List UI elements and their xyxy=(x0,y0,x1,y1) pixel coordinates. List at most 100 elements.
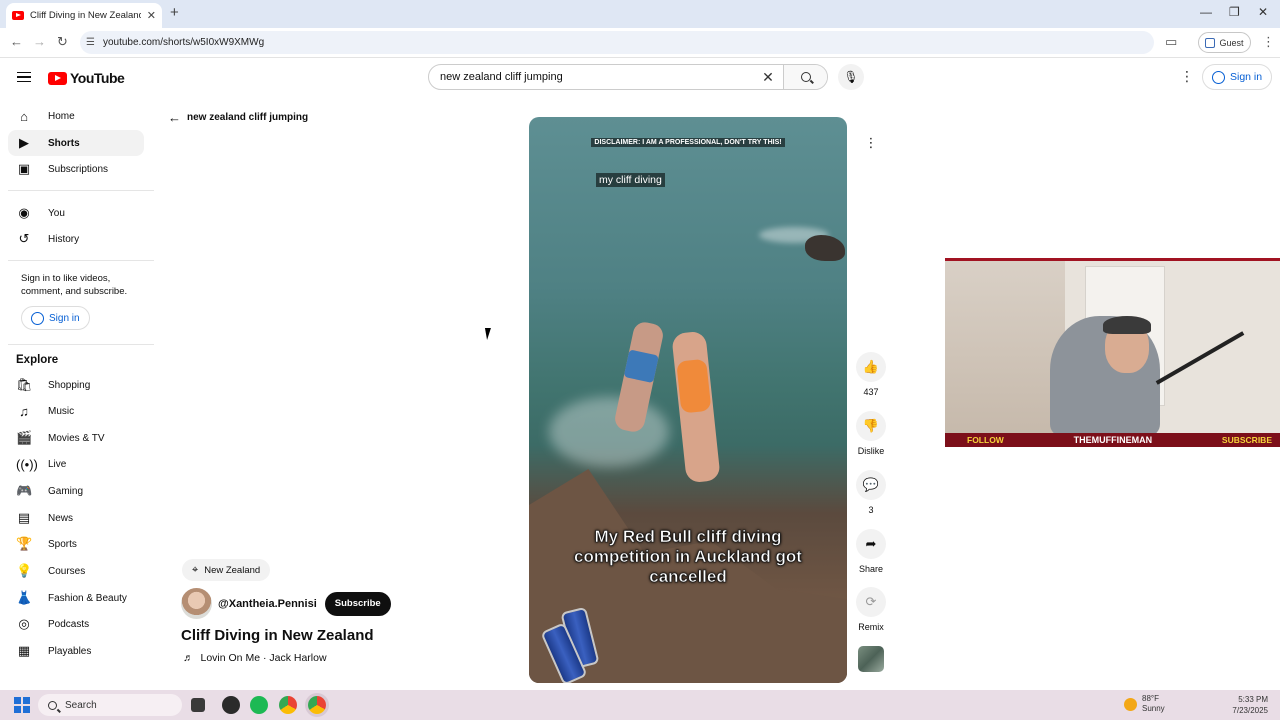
podcasts-icon: ◎ xyxy=(18,616,30,631)
taskbar-search[interactable]: Search xyxy=(38,694,182,716)
channel-name[interactable]: @Xantheia.Pennisi xyxy=(218,598,317,610)
account-icon xyxy=(31,311,44,325)
site-info-icon[interactable]: ☰ xyxy=(86,37,95,48)
sound-thumbnail[interactable] xyxy=(858,646,884,672)
music-row[interactable]: ♬ Lovin On Me · Jack Harlow xyxy=(183,652,327,664)
browser-toolbar: ← → ↻ ☰ youtube.com/shorts/w5I0xW9XMWg ▭… xyxy=(0,28,1280,58)
remix-label: Remix xyxy=(858,622,884,632)
browser-tab-strip: Cliff Diving in New Zealand - YouTube ✕ … xyxy=(0,0,1280,28)
sidebar-item-live[interactable]: ((•)) Live xyxy=(8,451,144,477)
sidebar-item-you[interactable]: ◉ You xyxy=(8,200,144,226)
clock-time: 5:33 PM xyxy=(1238,695,1268,704)
windows-start-icon[interactable] xyxy=(14,697,30,713)
clear-search-icon[interactable]: ✕ xyxy=(753,69,783,86)
sidebar-item-shopping[interactable]: 🛍 Shopping xyxy=(8,372,144,398)
sidebar-item-gaming[interactable]: 🎮 Gaming xyxy=(8,478,144,504)
youtube-logo[interactable]: YouTube xyxy=(48,70,125,86)
subscriptions-icon: ▣ xyxy=(17,161,31,176)
reload-icon[interactable]: ↻ xyxy=(57,34,68,50)
search-button[interactable] xyxy=(783,65,827,89)
sidebar-item-movies[interactable]: 🎬 Movies & TV xyxy=(8,425,144,451)
voice-search-icon[interactable]: 🎙 xyxy=(838,64,864,90)
tab-close-icon[interactable]: ✕ xyxy=(147,9,156,22)
sidebar-item-courses[interactable]: 💡 Courses xyxy=(8,558,144,584)
comment-count: 3 xyxy=(868,505,874,515)
system-clock[interactable]: 5:33 PM 7/23/2025 xyxy=(1224,694,1268,716)
signin-label: Sign in xyxy=(1230,71,1263,83)
sidebar-item-shorts[interactable]: ▶ Shorts xyxy=(8,130,144,156)
sidebar-item-history[interactable]: ↺ History xyxy=(8,226,144,252)
sidebar-signin-button[interactable]: Sign in xyxy=(21,306,90,330)
chrome-active-icon[interactable] xyxy=(308,696,326,714)
cast-icon[interactable]: ▭ xyxy=(1165,34,1177,50)
tab-title: Cliff Diving in New Zealand - YouTube xyxy=(30,10,141,21)
sidebar-item-music[interactable]: ♫ Music xyxy=(8,398,144,424)
comments-button[interactable]: 💬 xyxy=(856,470,886,500)
location-chip[interactable]: ⌖ New Zealand xyxy=(182,559,271,581)
channel-avatar[interactable] xyxy=(181,588,212,619)
minimize-icon[interactable]: — xyxy=(1200,5,1212,19)
news-icon: ▤ xyxy=(17,510,31,525)
music-icon: ♫ xyxy=(19,403,29,419)
obs-icon[interactable] xyxy=(222,696,240,714)
dislike-button[interactable]: 👎 xyxy=(856,411,886,441)
shopping-icon: 🛍 xyxy=(16,377,33,392)
gaming-icon: 🎮 xyxy=(16,483,33,498)
thumbs-up-icon: 👍 xyxy=(862,359,880,374)
playables-icon: ▦ xyxy=(17,643,31,658)
like-count: 437 xyxy=(863,387,879,397)
search-icon xyxy=(800,72,811,82)
address-bar[interactable]: ☰ youtube.com/shorts/w5I0xW9XMWg xyxy=(80,31,1154,54)
more-options-icon[interactable]: ⋮ xyxy=(856,128,886,158)
search-input[interactable] xyxy=(429,71,753,83)
settings-kebab-icon[interactable]: ⋮ xyxy=(1180,68,1194,85)
restore-icon[interactable]: ❐ xyxy=(1229,5,1240,19)
weather-condition: Sunny xyxy=(1142,704,1165,713)
shorts-video-player[interactable]: DISCLAIMER: I AM A PROFESSIONAL, DON'T T… xyxy=(529,117,847,683)
chrome-icon[interactable] xyxy=(279,696,297,714)
search-bar: ✕ xyxy=(428,64,828,90)
sidebar-item-news[interactable]: ▤ News xyxy=(8,505,144,531)
back-icon[interactable]: ← xyxy=(10,34,23,49)
sun-icon xyxy=(1124,697,1137,711)
dislike-label: Dislike xyxy=(857,446,885,456)
overlay-bar: FOLLOW THEMUFFINEMAN SUBSCRIBE xyxy=(945,433,1280,447)
forward-icon[interactable]: → xyxy=(33,34,46,49)
sidebar-item-playables[interactable]: ▦ Playables xyxy=(8,638,144,664)
sidebar-item-subscriptions[interactable]: ▣ Subscriptions xyxy=(8,156,144,182)
back-label: new zealand cliff jumping xyxy=(187,112,309,123)
microphone-arm xyxy=(1155,331,1245,385)
profile-button[interactable]: Guest xyxy=(1198,32,1251,53)
file-explorer-icon[interactable] xyxy=(191,698,205,712)
weather-widget[interactable]: 88°F Sunny xyxy=(1124,694,1165,714)
clock-date: 7/23/2025 xyxy=(1232,706,1268,715)
sidebar-item-fashion[interactable]: 👗 Fashion & Beauty xyxy=(8,585,144,611)
spotify-icon[interactable] xyxy=(250,696,268,714)
signin-note: Sign in to like videos, comment, and sub… xyxy=(21,273,128,297)
signin-button[interactable]: Sign in xyxy=(1202,64,1273,90)
sidebar: ⌂ Home ▶ Shorts ▣ Subscriptions ◉ You ↺ … xyxy=(0,96,156,690)
sidebar-item-home[interactable]: ⌂ Home xyxy=(8,103,144,129)
back-to-results[interactable]: ← new zealand cliff jumping xyxy=(168,110,308,125)
sidebar-item-sports[interactable]: 🏆 Sports xyxy=(8,531,144,557)
new-tab-icon[interactable]: + xyxy=(170,4,179,21)
music-note-icon: ♬ xyxy=(183,652,194,664)
courses-icon: 💡 xyxy=(16,563,33,578)
like-button[interactable]: 👍 xyxy=(856,352,886,382)
overlay-follow: FOLLOW xyxy=(967,435,1004,445)
subscribe-button[interactable]: Subscribe xyxy=(324,591,391,616)
close-window-icon[interactable]: ✕ xyxy=(1258,5,1268,19)
browser-tab[interactable]: Cliff Diving in New Zealand - YouTube ✕ xyxy=(6,3,162,28)
sidebar-divider xyxy=(8,344,154,345)
browser-menu-icon[interactable]: ⋮ xyxy=(1262,34,1275,50)
sidebar-item-podcasts[interactable]: ◎ Podcasts xyxy=(8,611,144,637)
menu-icon[interactable] xyxy=(17,72,31,82)
share-button[interactable]: ➦ xyxy=(856,529,886,559)
sidebar-divider xyxy=(8,260,154,261)
fashion-icon: 👗 xyxy=(16,590,33,605)
stream-webcam-overlay: FOLLOW THEMUFFINEMAN SUBSCRIBE xyxy=(945,258,1280,447)
history-icon: ↺ xyxy=(18,231,30,246)
video-disclaimer: DISCLAIMER: I AM A PROFESSIONAL, DON'T T… xyxy=(529,138,847,147)
remix-button[interactable]: ⟳ xyxy=(856,587,886,617)
rock xyxy=(805,235,845,261)
